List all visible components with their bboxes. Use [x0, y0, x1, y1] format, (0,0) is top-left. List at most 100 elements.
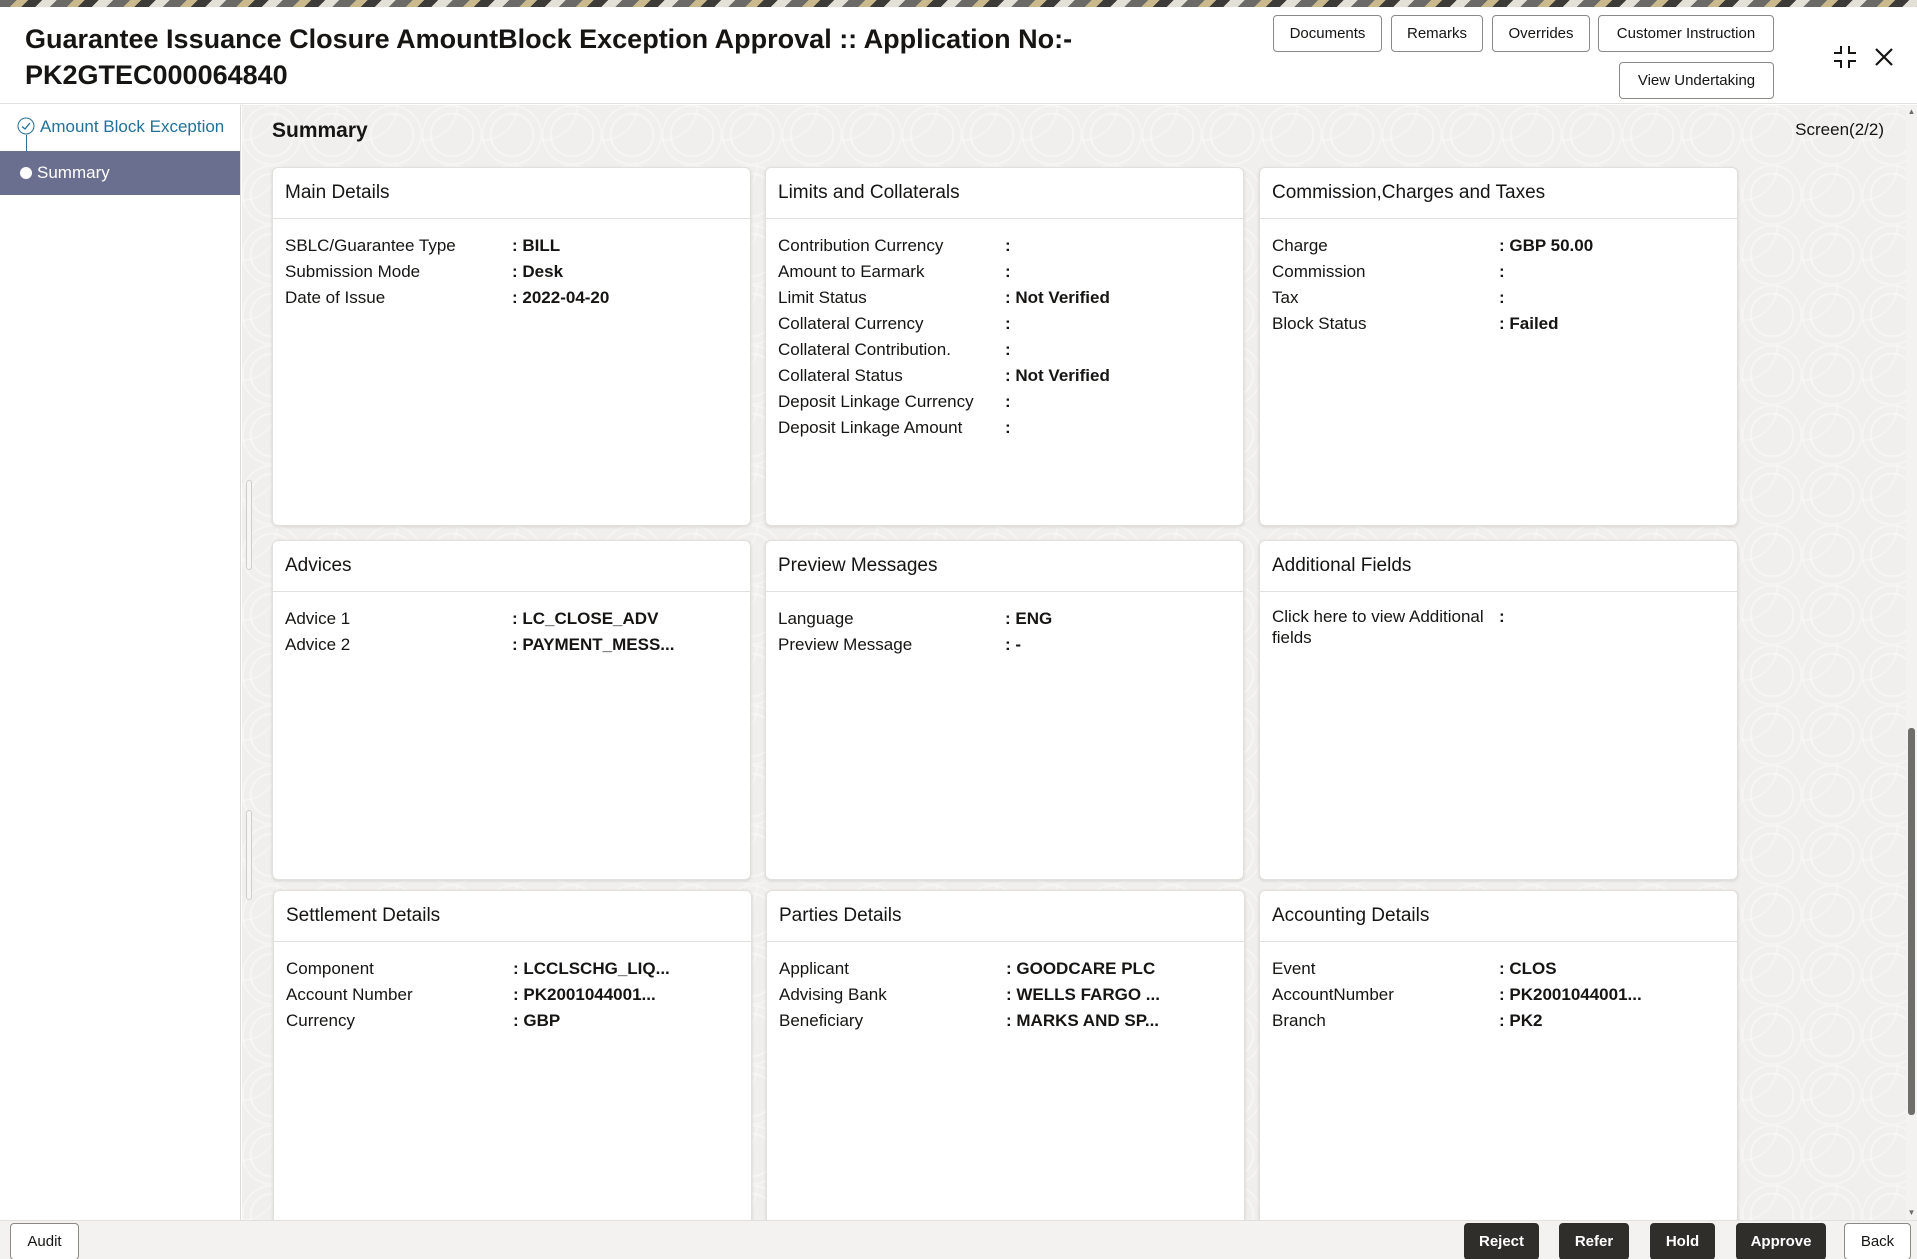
field-value: : — [1499, 607, 1505, 626]
top-decorative-strip — [0, 0, 1917, 7]
scroll-down-icon[interactable]: ▼ — [1907, 1208, 1916, 1217]
close-icon[interactable] — [1869, 42, 1899, 72]
field-row: Applicant: GOODCARE PLC — [779, 956, 1232, 982]
field-value: : — [1005, 262, 1011, 281]
overrides-button[interactable]: Overrides — [1492, 15, 1590, 52]
scrollbar-thumb[interactable] — [1908, 728, 1915, 1115]
scroll-up-icon[interactable]: ▲ — [1907, 107, 1916, 116]
field-label: Deposit Linkage Currency — [778, 392, 974, 411]
screen-indicator: Screen(2/2) — [1795, 120, 1884, 139]
field-value: : ENG — [1005, 609, 1053, 628]
field-label: Collateral Status — [778, 366, 903, 385]
field-label: SBLC/Guarantee Type — [285, 236, 456, 255]
field-row: Block Status: Failed — [1272, 311, 1725, 337]
card-advices[interactable]: Advices Advice 1: LC_CLOSE_ADV Advice 2:… — [272, 540, 751, 880]
field-row: Submission Mode: Desk — [285, 259, 738, 285]
card-title: Main Details — [273, 168, 750, 219]
back-button[interactable]: Back — [1844, 1223, 1911, 1259]
application-number: PK2GTEC000064840 — [25, 60, 288, 90]
field-value: : CLOS — [1499, 959, 1557, 978]
section-title: Summary — [272, 119, 368, 142]
customer-instruction-button[interactable]: Customer Instruction — [1598, 15, 1774, 52]
card-additional-fields[interactable]: Additional Fields Click here to view Add… — [1259, 540, 1738, 880]
field-value: : PK2001044001... — [513, 985, 656, 1004]
field-value: : — [1005, 236, 1011, 255]
card-limits-and-collaterals[interactable]: Limits and Collaterals Contribution Curr… — [765, 167, 1244, 526]
resize-handle[interactable] — [246, 810, 252, 900]
field-row: SBLC/Guarantee Type: BILL — [285, 233, 738, 259]
field-label: Limit Status — [778, 288, 867, 307]
approve-button[interactable]: Approve — [1736, 1223, 1826, 1259]
field-value: : Failed — [1499, 314, 1559, 333]
view-undertaking-button[interactable]: View Undertaking — [1619, 62, 1774, 99]
field-label: Deposit Linkage Amount — [778, 418, 963, 437]
sidebar-item-label: Amount Block Exception — [40, 117, 225, 136]
card-main-details[interactable]: Main Details SBLC/Guarantee Type: BILL S… — [272, 167, 751, 526]
field-row: Component: LCCLSCHG_LIQ... — [286, 956, 739, 982]
field-label: Collateral Currency — [778, 314, 924, 333]
card-parties-details[interactable]: Parties Details Applicant: GOODCARE PLC … — [766, 890, 1245, 1230]
field-label: Collateral Contribution. — [778, 340, 951, 359]
field-row: Advice 1 : LC_CLOSE_ADV — [285, 606, 738, 632]
sidebar-item-summary[interactable]: Summary — [0, 151, 240, 195]
card-body: Applicant: GOODCARE PLC Advising Bank: W… — [767, 942, 1244, 1034]
refer-button[interactable]: Refer — [1559, 1223, 1629, 1259]
field-value: : GOODCARE PLC — [1006, 959, 1156, 978]
close-icon-glyph — [1875, 48, 1893, 66]
card-title: Settlement Details — [274, 891, 751, 942]
field-row: Click here to view Additional fields : — [1272, 606, 1725, 648]
card-title: Additional Fields — [1260, 541, 1737, 592]
card-commission-charges-taxes[interactable]: Commission,Charges and Taxes Charge: GBP… — [1259, 167, 1738, 526]
additional-fields-link[interactable]: Click here to view Additional fields — [1272, 606, 1485, 648]
field-value: : Not Verified — [1005, 366, 1110, 385]
card-body: Contribution Currency: Amount to Earmark… — [766, 219, 1243, 441]
sidebar-item-label: Summary — [37, 163, 110, 182]
field-label: Submission Mode — [285, 262, 421, 281]
compress-icon-glyph — [1834, 46, 1856, 68]
field-row: Advising Bank: WELLS FARGO ... — [779, 982, 1232, 1008]
field-row: Limit Status: Not Verified — [778, 285, 1231, 311]
field-value: : — [1499, 262, 1505, 281]
active-step-dot-icon — [20, 167, 32, 179]
reject-button[interactable]: Reject — [1464, 1223, 1539, 1259]
card-body: Component: LCCLSCHG_LIQ... Account Numbe… — [274, 942, 751, 1034]
field-label: Advice 1 — [285, 609, 351, 628]
vertical-scrollbar[interactable]: ▲ ▼ — [1906, 105, 1917, 1220]
audit-button[interactable]: Audit — [10, 1223, 79, 1259]
card-body: Language : ENG Preview Message: - — [766, 592, 1243, 658]
field-row: Language : ENG — [778, 606, 1231, 632]
field-row: Date of Issue : 2022-04-20 — [285, 285, 738, 311]
field-row: AccountNumber: PK2001044001... — [1272, 982, 1725, 1008]
field-row: Preview Message: - — [778, 632, 1231, 658]
field-value: : 2022-04-20 — [512, 288, 610, 307]
page-title-line-1: Guarantee Issuance Closure AmountBlock E… — [25, 24, 1073, 54]
resize-handle[interactable] — [246, 480, 252, 570]
field-row: Beneficiary: MARKS AND SP... — [779, 1008, 1232, 1034]
hold-button[interactable]: Hold — [1650, 1223, 1715, 1259]
field-value: : LC_CLOSE_ADV — [512, 609, 659, 628]
remarks-button[interactable]: Remarks — [1391, 15, 1483, 52]
field-label: Advising Bank — [779, 985, 887, 1004]
field-value: : GBP — [513, 1011, 561, 1030]
documents-button[interactable]: Documents — [1273, 15, 1382, 52]
field-label: Language — [778, 609, 854, 628]
compress-icon[interactable] — [1830, 42, 1860, 72]
field-row: Amount to Earmark: — [778, 259, 1231, 285]
field-row: Collateral Currency: — [778, 311, 1231, 337]
card-body: Event: CLOS AccountNumber: PK2001044001.… — [1260, 942, 1737, 1034]
field-value: : — [1005, 418, 1011, 437]
field-label: Date of Issue — [285, 288, 386, 307]
sidebar-item-amount-block-exception[interactable]: Amount Block Exception — [0, 105, 240, 149]
field-row: Branch: PK2 — [1272, 1008, 1725, 1034]
card-accounting-details[interactable]: Accounting Details Event: CLOS AccountNu… — [1259, 890, 1738, 1230]
card-settlement-details[interactable]: Settlement Details Component: LCCLSCHG_L… — [273, 890, 752, 1230]
summary-panel: Summary Screen(2/2) Main Details SBLC/Gu… — [242, 105, 1906, 1230]
card-preview-messages[interactable]: Preview Messages Language: ENG Preview M… — [765, 540, 1244, 880]
field-value: : LCCLSCHG_LIQ... — [513, 959, 670, 978]
field-value: : — [1005, 340, 1011, 359]
field-value: : PAYMENT_MESS... — [512, 635, 675, 654]
field-value: : GBP 50.00 — [1499, 236, 1594, 255]
card-title: Accounting Details — [1260, 891, 1737, 942]
card-title: Commission,Charges and Taxes — [1260, 168, 1737, 219]
field-label: Advice 2 — [285, 635, 351, 654]
